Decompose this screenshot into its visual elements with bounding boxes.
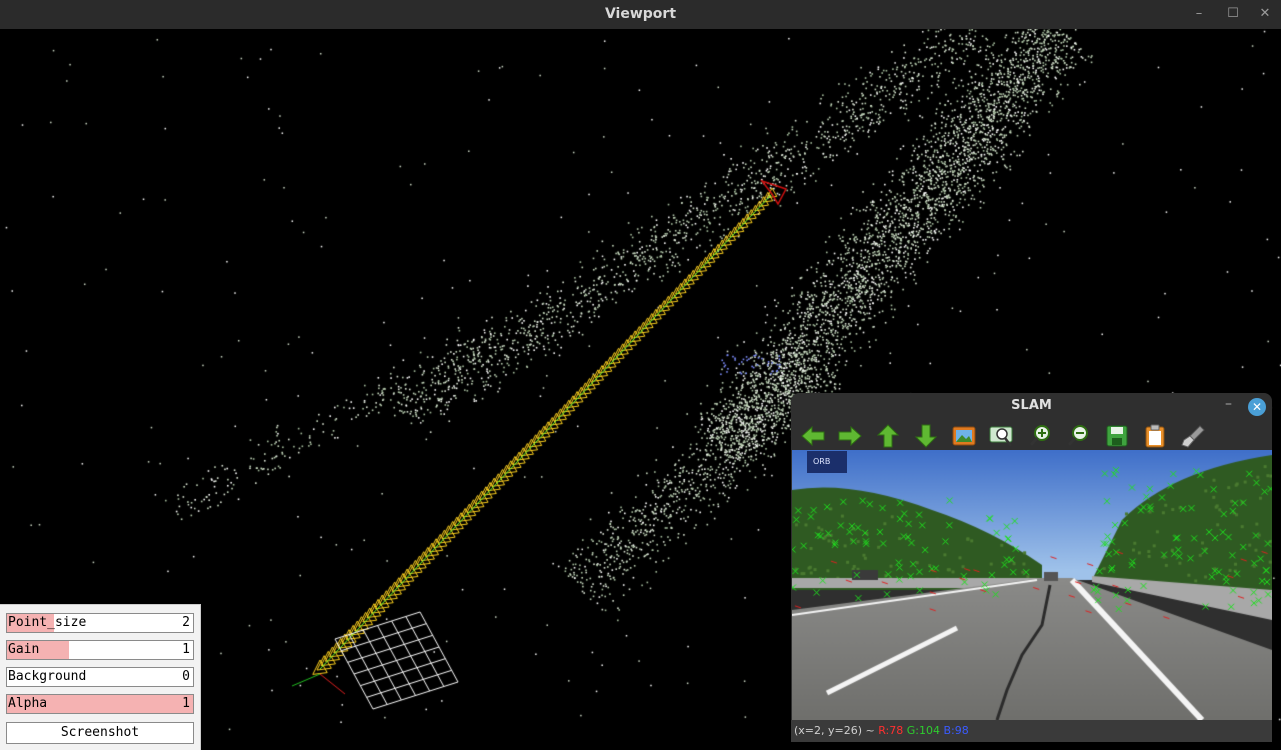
save-icon[interactable] — [1104, 424, 1130, 448]
image-icon[interactable] — [951, 424, 977, 448]
slam-window-title: SLAM — [1011, 398, 1052, 413]
alpha-label: Alpha — [8, 696, 48, 711]
slam-status-bar: (x=2, y=26) ~ R:78 G:104 B:98 — [791, 720, 1272, 742]
pixel-green-value: G:104 — [906, 724, 940, 737]
zoom-fit-icon[interactable] — [989, 424, 1015, 448]
arrow-right-icon[interactable] — [837, 424, 863, 448]
pixel-blue-value: B:98 — [943, 724, 969, 737]
arrow-down-icon[interactable] — [913, 424, 939, 448]
orb-label: ORB — [807, 451, 847, 473]
background-value: 0 — [182, 669, 190, 684]
brush-icon[interactable] — [1180, 424, 1206, 448]
control-panel: Point_size 2 Gain 1 Background 0 Alpha 1… — [0, 604, 201, 750]
gain-value: 1 — [182, 642, 190, 657]
zoom-in-icon[interactable] — [1028, 424, 1054, 448]
slam-camera-frame[interactable] — [792, 450, 1272, 720]
gain-slider[interactable]: Gain 1 — [6, 640, 194, 660]
window-title: Viewport — [604, 6, 677, 22]
point-size-label: Point_size — [8, 615, 87, 630]
cursor-coords: (x=2, y=26) ~ — [794, 724, 875, 737]
background-label: Background — [8, 669, 87, 684]
point-size-slider[interactable]: Point_size 2 — [6, 613, 194, 633]
slam-close-button[interactable]: ✕ — [1248, 398, 1266, 416]
maximize-button[interactable]: ☐ — [1224, 5, 1242, 23]
slam-minimize-button[interactable]: – — [1225, 396, 1232, 412]
window-titlebar: Viewport – ☐ ✕ — [0, 0, 1281, 29]
arrow-left-icon[interactable] — [800, 424, 826, 448]
minimize-button[interactable]: – — [1190, 5, 1208, 23]
clipboard-icon[interactable] — [1142, 424, 1168, 448]
slam-toolbar — [791, 421, 1272, 451]
zoom-out-icon[interactable] — [1066, 424, 1092, 448]
pixel-red-value: R:78 — [878, 724, 904, 737]
background-slider[interactable]: Background 0 — [6, 667, 194, 687]
screenshot-button[interactable]: Screenshot — [6, 722, 194, 744]
point-size-value: 2 — [182, 615, 190, 630]
arrow-up-icon[interactable] — [875, 424, 901, 448]
gain-label: Gain — [8, 642, 40, 657]
alpha-slider[interactable]: Alpha 1 — [6, 694, 194, 714]
close-button[interactable]: ✕ — [1256, 5, 1274, 23]
slam-window: SLAM – ✕ ORB (x=2, y=26) ~ R:78 G:104 B:… — [791, 393, 1272, 742]
alpha-value: 1 — [182, 696, 190, 711]
